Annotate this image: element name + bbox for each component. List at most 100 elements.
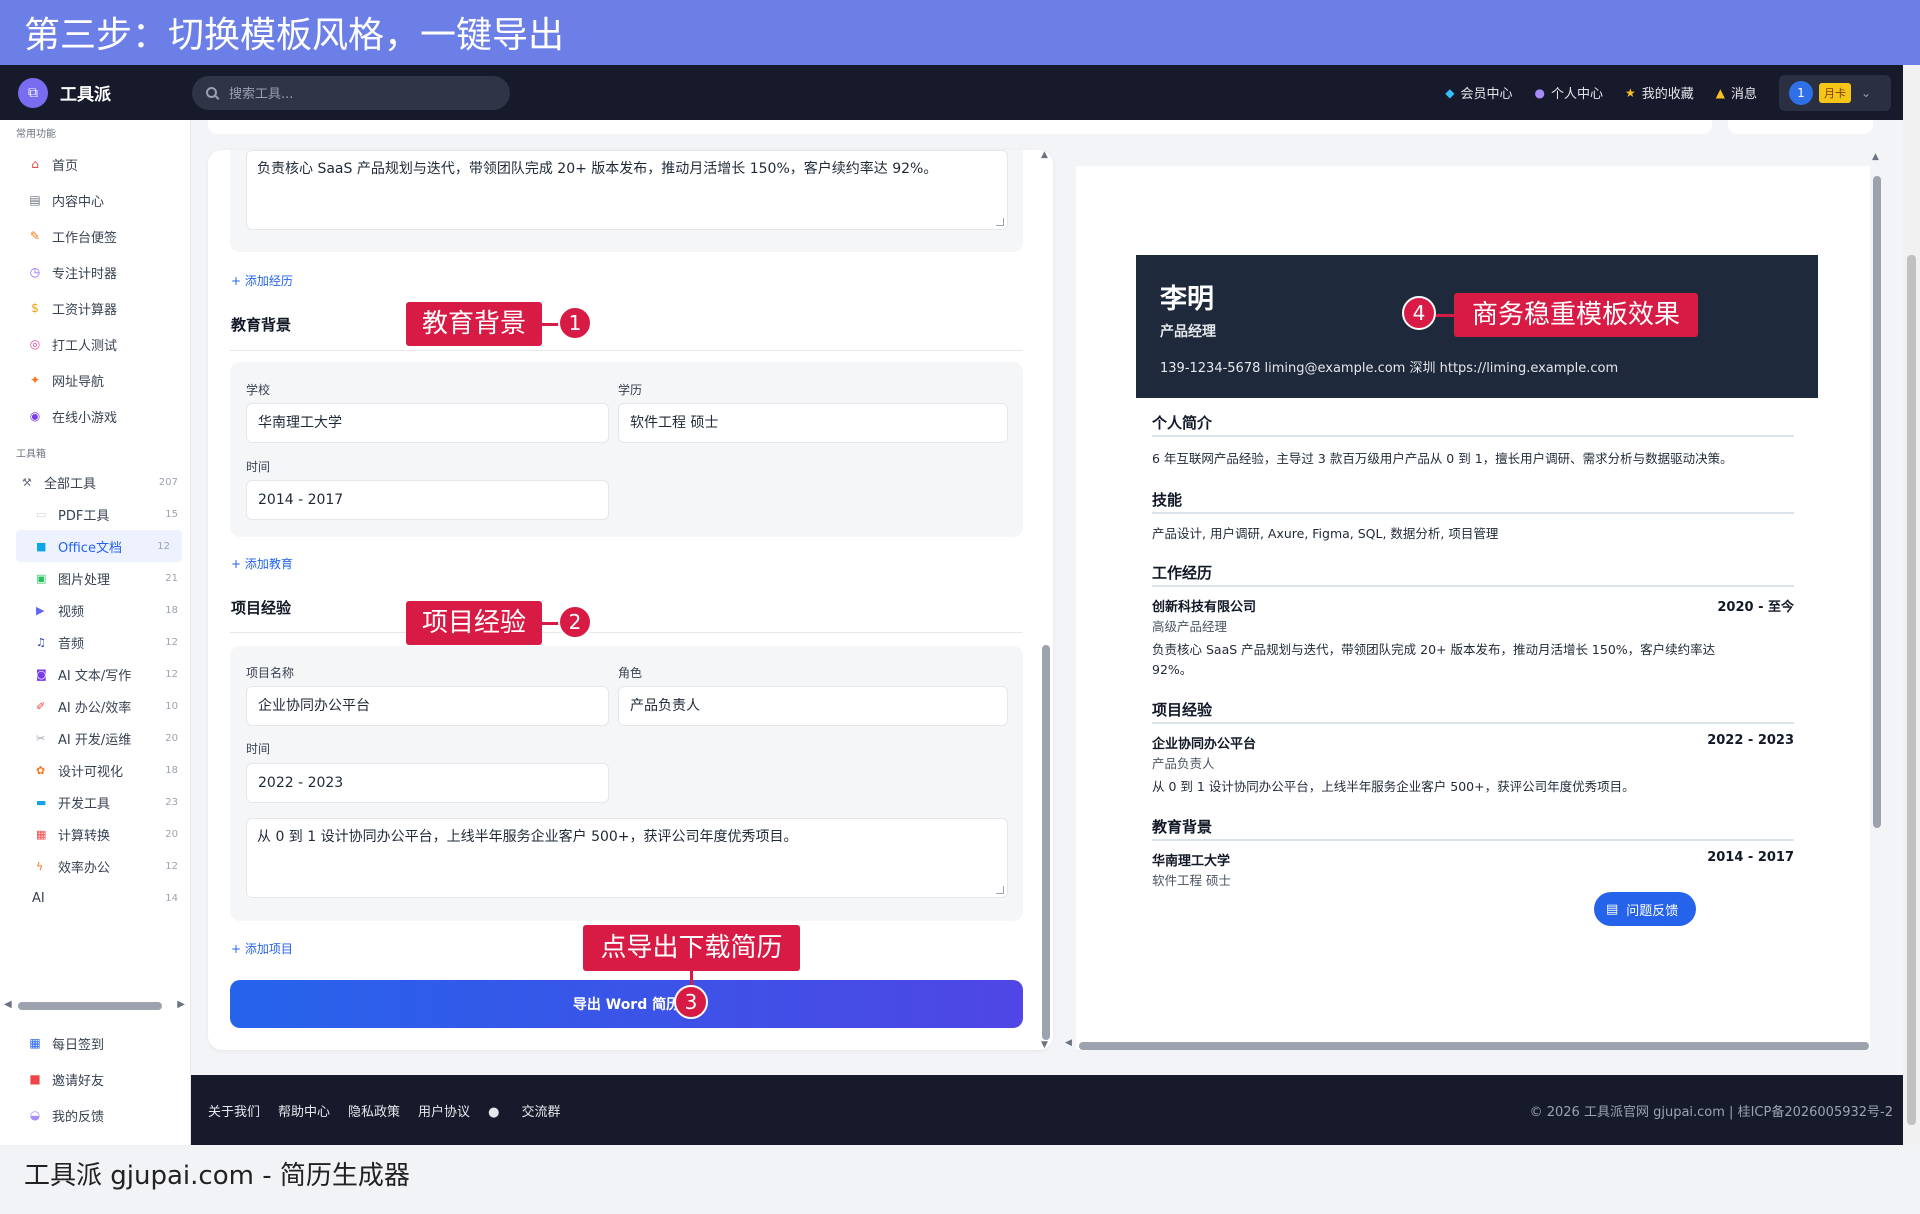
page-scrollbar[interactable] [1903,65,1920,1145]
sidebar-item-audio[interactable]: ♫ 音频 12 [0,626,190,658]
sidebar-item-label: 在线小游戏 [52,410,118,426]
logo[interactable]: ⧉ 工具派 [18,77,188,108]
project-description-textarea[interactable]: 从 0 到 1 设计协同办公平台，上线半年服务企业客户 500+，获评公司年度优… [246,818,1008,898]
resume-project-role: 产品负责人 [1152,756,1215,771]
edu-time-input[interactable]: 2014 - 2017 [246,480,609,520]
sidebar-item-ai-dev[interactable]: ✂ AI 开发/运维 20 [0,722,190,754]
education-card: 学校 华南理工大学 学历 软件工程 硕士 时间 2014 - 2017 [230,362,1023,537]
annotation-connector [1436,314,1456,317]
item-count: 20 [165,732,178,744]
nav-messages[interactable]: ▲ 消息 [1716,83,1757,103]
user-icon: ● [1534,85,1545,100]
scroll-left-arrow-icon[interactable]: ◀ [4,999,12,1010]
editor-scrollbar-thumb[interactable] [1042,645,1050,1040]
footer-link-help[interactable]: 帮助中心 [278,1101,330,1120]
sidebar-item-pdf[interactable]: ▭ PDF工具 15 [0,498,190,530]
preview-scrollbar-thumb[interactable] [1873,176,1881,828]
resume-job-title: 产品经理 [1160,324,1216,340]
scroll-right-arrow-icon[interactable]: ▶ [177,999,185,1010]
sidebar-item-salary[interactable]: $ 工资计算器 [0,290,190,326]
scroll-down-arrow-icon[interactable]: ▼ [1041,1040,1048,1050]
divider [230,632,1023,633]
sidebar-item-image[interactable]: ▣ 图片处理 21 [0,562,190,594]
add-education-link[interactable]: + 添加教育 [231,555,293,572]
scroll-left-arrow-icon[interactable]: ◀ [1065,1038,1072,1048]
role-input[interactable]: 产品负责人 [618,686,1008,726]
editor-scrollbar[interactable]: ▲ ▼ [1039,150,1053,1050]
resume-skills-title: 技能 [1152,489,1794,514]
sidebar-item-design[interactable]: ✿ 设计可视化 18 [0,754,190,786]
page-scrollbar-thumb[interactable] [1907,255,1916,1125]
preview-hscrollbar[interactable]: ◀ [1063,1038,1873,1052]
music-icon: ♫ [36,635,46,649]
logo-icon: ⧉ [18,77,48,108]
resume-project-row: 企业协同办公平台 2022 - 2023 [1152,733,1794,752]
sidebar-item-office[interactable]: ■ Office文档 12 [16,530,182,562]
sidebar-item-checkin[interactable]: ▦ 每日签到 [0,1025,191,1061]
nav-profile[interactable]: ● 个人中心 [1534,83,1603,103]
preview-hscrollbar-thumb[interactable] [1079,1042,1869,1050]
project-name-input[interactable]: 企业协同办公平台 [246,686,609,726]
office-doc-icon: ■ [36,539,47,553]
export-word-button[interactable]: 导出 Word 简历 [230,980,1023,1028]
feedback-button[interactable]: ▤ 问题反馈 [1594,892,1696,926]
resume-education-school: 华南理工大学 [1152,854,1231,869]
pdf-icon: ▭ [36,507,47,521]
sidebar-item-worker-test[interactable]: ◎ 打工人测试 [0,326,190,362]
resize-grip-icon[interactable] [996,886,1004,894]
sidebar-item-label: AI 办公/效率 [58,700,132,716]
item-count: 12 [157,540,170,552]
sidebar-item-nav[interactable]: ✦ 网址导航 [0,362,190,398]
scroll-up-arrow-icon[interactable]: ▲ [1872,152,1879,162]
scroll-up-arrow-icon[interactable]: ▲ [1041,150,1048,160]
sidebar-item-efficiency[interactable]: ϟ 效率办公 12 [0,850,190,882]
item-count: 14 [165,892,178,904]
nav-member-center[interactable]: ◆ 会员中心 [1445,83,1512,103]
sidebar-item-games[interactable]: ◉ 在线小游戏 [0,398,190,434]
sidebar-item-notes[interactable]: ✎ 工作台便签 [0,218,190,254]
sidebar-item-ai-office[interactable]: ✐ AI 办公/效率 10 [0,690,190,722]
search-icon [206,87,217,98]
footer-link-terms[interactable]: 用户协议 [418,1101,470,1120]
panel-stub [1728,120,1873,134]
sidebar-item-ai-writing[interactable]: ◙ AI 文本/写作 12 [0,658,190,690]
project-time-input[interactable]: 2022 - 2023 [246,763,609,803]
sidebar-item-devtools[interactable]: ▬ 开发工具 23 [0,786,190,818]
project-name-label: 项目名称 [246,666,295,680]
sidebar-item-invite[interactable]: ■ 邀请好友 [0,1061,191,1097]
item-count: 15 [165,508,178,520]
sidebar-item-label: 开发工具 [58,796,111,812]
sidebar-item-ai[interactable]: AI 14 [0,882,190,914]
search-input[interactable]: 搜索工具... [192,75,510,110]
school-input[interactable]: 华南理工大学 [246,403,609,443]
preview-scrollbar[interactable]: ▲ [1871,152,1883,1050]
gamepad-icon: ◉ [29,409,41,423]
item-count: 207 [158,476,178,488]
footer-link-privacy[interactable]: 隐私政策 [348,1101,400,1120]
sidebar-hscrollbar[interactable]: ◀ ▶ [0,996,191,1012]
degree-input[interactable]: 软件工程 硕士 [618,403,1008,443]
sidebar-item-home[interactable]: ⌂ 首页 [0,146,190,182]
add-project-link[interactable]: + 添加项目 [231,940,293,957]
annotation-label-export: 点导出下载简历 [583,925,800,971]
sidebar-item-timer[interactable]: ◷ 专注计时器 [0,254,190,290]
sidebar-item-all-tools[interactable]: ⚒ 全部工具 207 [0,466,190,498]
sidebar-item-calc[interactable]: ▦ 计算转换 20 [0,818,190,850]
resume-work-period: 2020 - 至今 [1717,600,1794,615]
add-experience-link[interactable]: + 添加经历 [231,272,293,289]
resize-grip-icon[interactable] [996,218,1004,226]
footer-link-about[interactable]: 关于我们 [208,1101,260,1120]
sidebar-item-feedback[interactable]: ◒ 我的反馈 [0,1097,191,1133]
sidebar-item-content[interactable]: ▤ 内容中心 [0,182,190,218]
sidebar-hscrollbar-thumb[interactable] [18,1002,162,1010]
resume-work-role: 高级产品经理 [1152,619,1228,634]
user-menu[interactable]: 1 月卡 ⌄ [1779,74,1891,111]
nav-favorites[interactable]: ★ 我的收藏 [1625,83,1694,103]
note-icon: ✎ [29,229,41,243]
experience-description-textarea[interactable]: 负责核心 SaaS 产品规划与迭代，带领团队完成 20+ 版本发布，推动月活增长… [246,150,1008,230]
feedback-button-label: 问题反馈 [1626,903,1679,919]
annotation-marker-1: 1 [558,306,592,340]
footer-link-group[interactable]: ● 交流群 [488,1101,579,1120]
resume-education-row: 华南理工大学 2014 - 2017 [1152,850,1794,869]
sidebar-item-video[interactable]: ▶ 视频 18 [0,594,190,626]
